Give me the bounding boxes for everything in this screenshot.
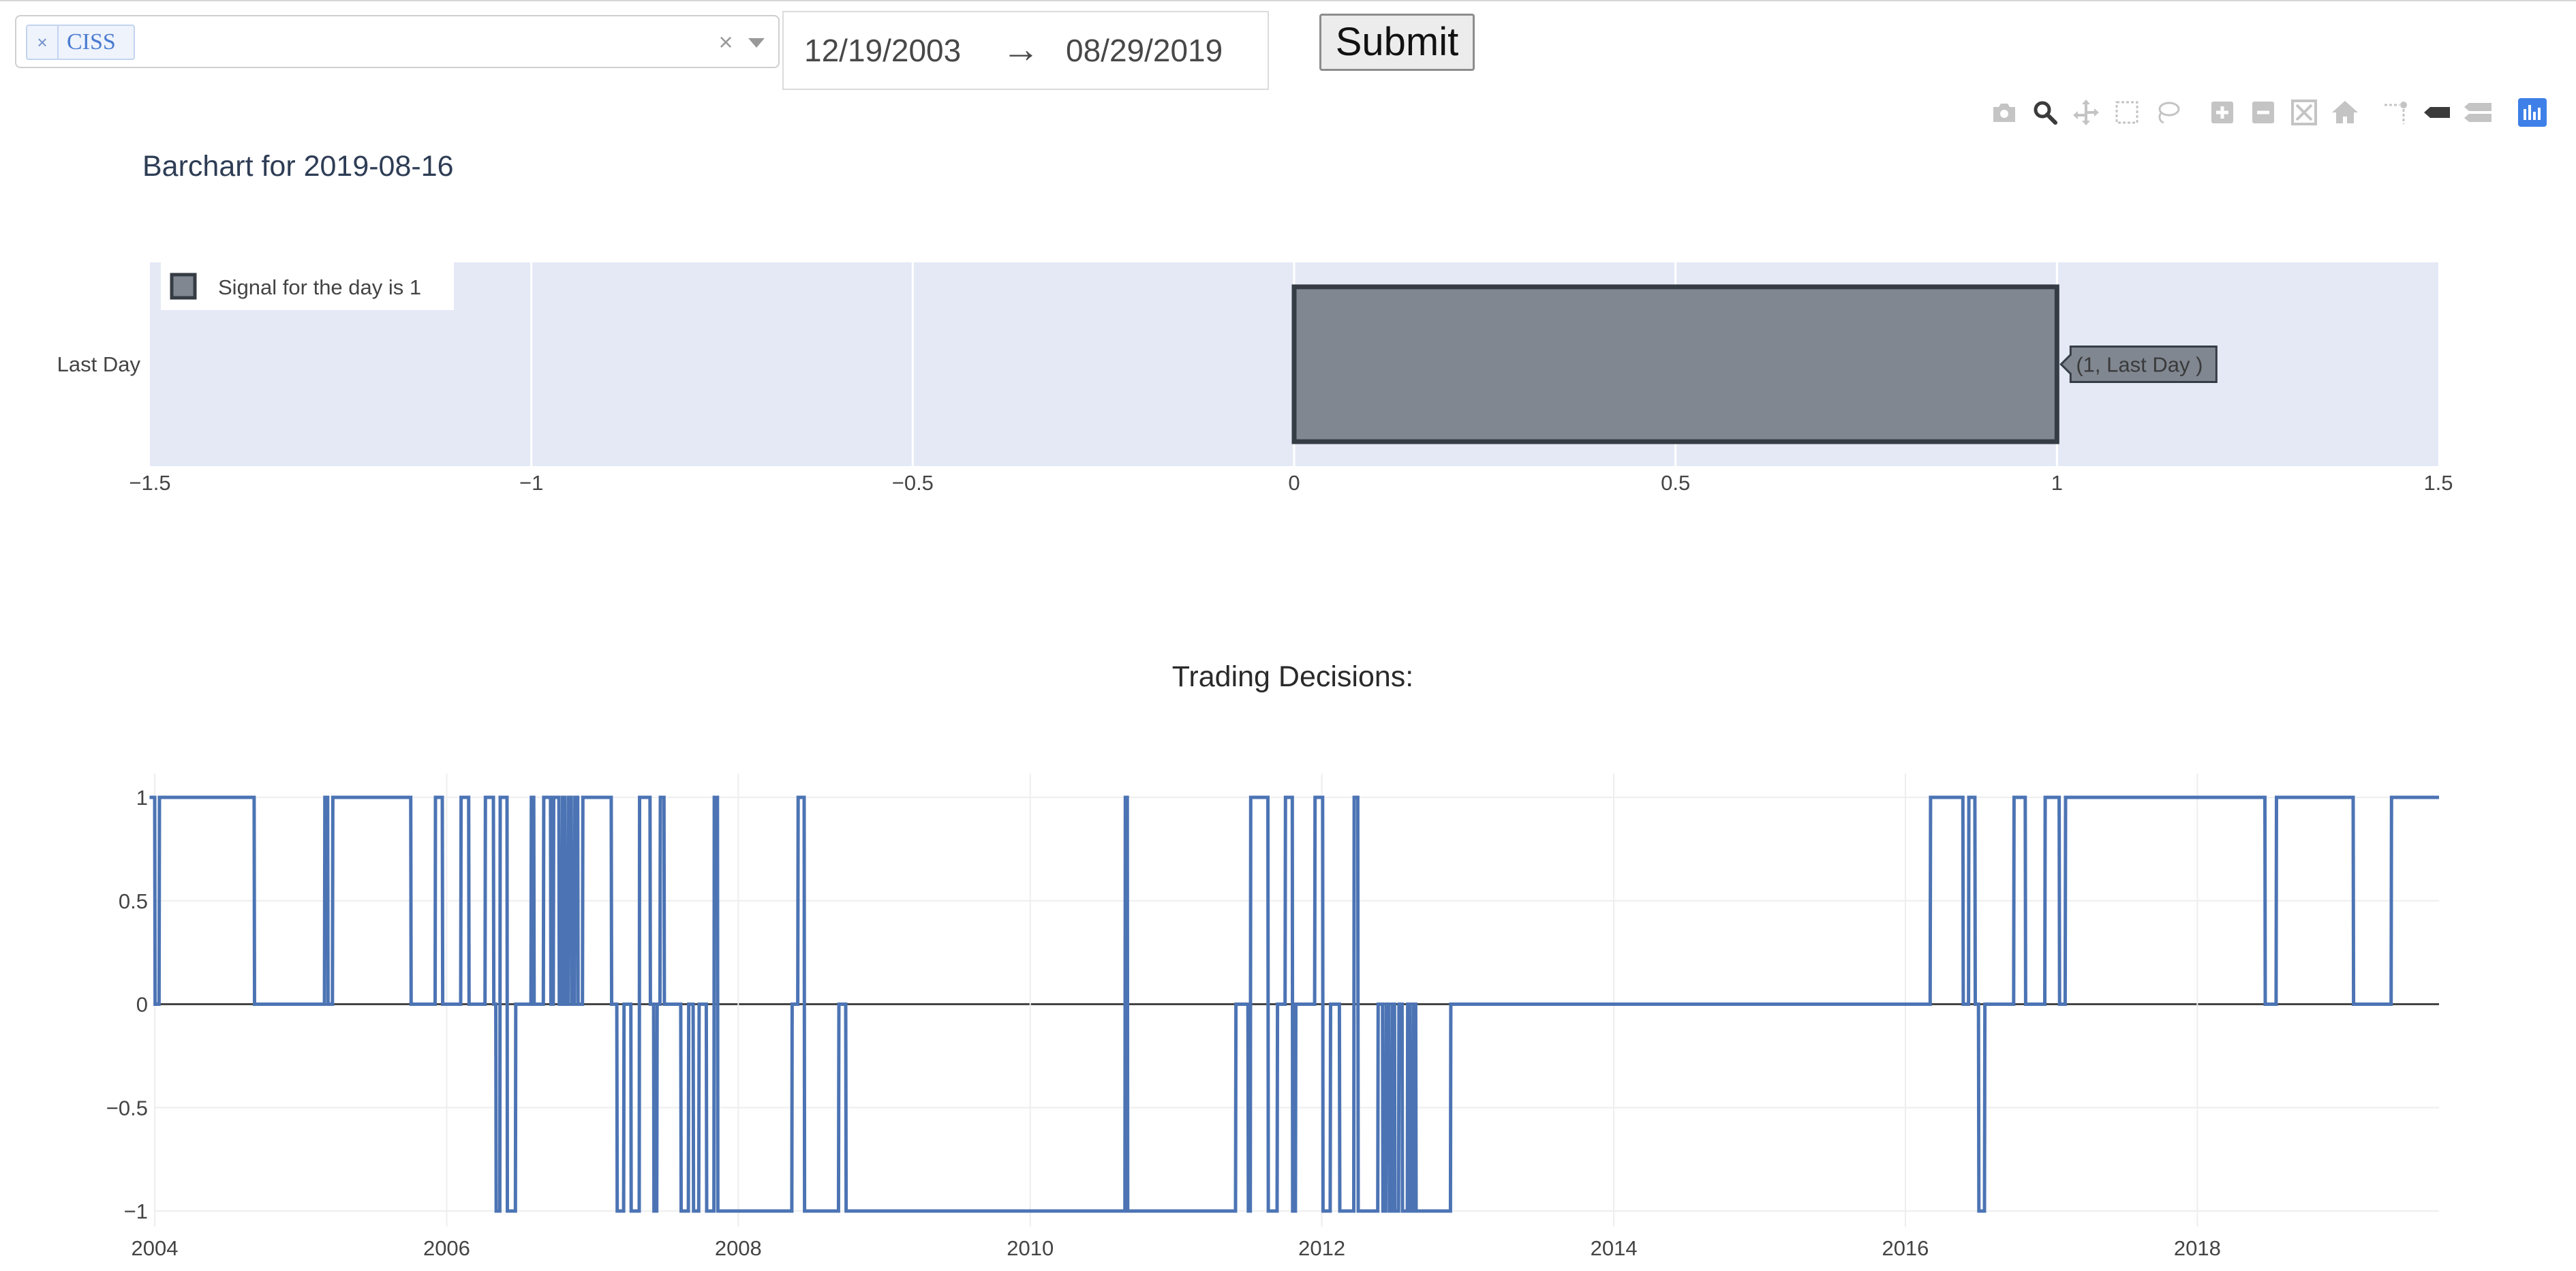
hover-tooltip: (1, Last Day )	[2059, 346, 2218, 383]
bar-chart-title: Barchart for 2019-08-16	[142, 150, 454, 183]
legend-swatch	[170, 273, 197, 300]
line-y-tick-label: 0	[136, 993, 148, 1017]
bar[interactable]	[1291, 284, 2059, 444]
line-x-tick-label: 2016	[1882, 1236, 1929, 1260]
line-y-tick-label: 0.5	[119, 889, 148, 913]
legend-label: Signal for the day is 1	[218, 275, 421, 299]
line-x-tick-label: 2014	[1591, 1236, 1638, 1260]
bar-x-ticks: −1.5 −1 −0.5 0 0.5 1 1.5	[129, 471, 2453, 495]
bar-x-tick-label: −1	[519, 471, 543, 495]
line-y-tick-label: −0.5	[106, 1096, 148, 1120]
bar-x-tick-label: −0.5	[892, 471, 934, 495]
line-chart: Trading Decisions: 1 0.5 0 −0.5 −1 2004 2006 2…	[106, 660, 2440, 1271]
bar-x-tick-label: 0	[1288, 471, 1300, 495]
bar-chart: Barchart for 2019-08-16 −1.5 −1 −0.5 0 0.5 1 1…	[57, 150, 2453, 495]
legend[interactable]: Signal for the day is 1	[161, 262, 454, 310]
line-chart-title: Trading Decisions:	[1172, 660, 1414, 693]
line-x-tick-label: 2012	[1298, 1236, 1345, 1260]
hover-label: (1, Last Day )	[2076, 353, 2203, 377]
bar-x-tick-label: −1.5	[129, 471, 170, 495]
bar-x-tick-label: 1	[2051, 471, 2063, 495]
line-x-tick-label: 2004	[132, 1236, 179, 1260]
line-y-tick-label: −1	[124, 1199, 148, 1223]
line-x-tick-label: 2008	[715, 1236, 762, 1260]
line-y-tick-label: 1	[136, 786, 148, 810]
bar-x-tick-label: 0.5	[1661, 471, 1690, 495]
line-y-ticks: 1 0.5 0 −0.5 −1	[106, 786, 148, 1223]
line-x-tick-label: 2018	[2174, 1236, 2221, 1260]
bar-marks	[1291, 284, 2059, 444]
line-x-tick-label: 2006	[423, 1236, 470, 1260]
bar-x-tick-label: 1.5	[2423, 471, 2453, 495]
line-x-tick-label: 2010	[1007, 1236, 1054, 1260]
charts-canvas: Barchart for 2019-08-16 −1.5 −1 −0.5 0 0.5 1 1…	[57, 150, 2453, 1271]
y-category-label: Last Day	[57, 352, 141, 376]
